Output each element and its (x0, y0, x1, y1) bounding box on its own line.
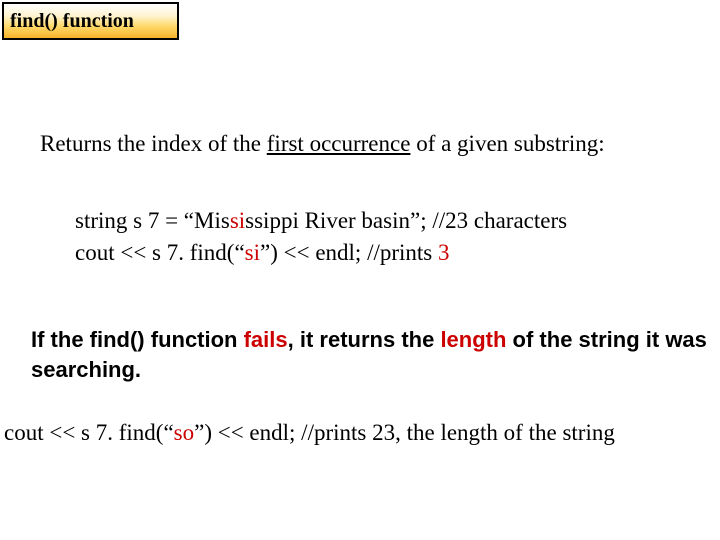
code-text: ssippi River basin”; //23 characters (245, 208, 567, 233)
code-text: ”) << endl; //prints (260, 240, 438, 265)
code-highlight: si (245, 240, 260, 265)
code-line-2: cout << s 7. find(“si”) << endl; //print… (75, 237, 710, 269)
fails-word-fails: fails (244, 327, 288, 352)
code-text: ”) << endl; //prints 23, the length of t… (194, 420, 615, 445)
intro-underlined: first occurrence (267, 131, 411, 156)
code-block-2: cout << s 7. find(“so”) << endl; //print… (4, 420, 710, 446)
code-text: cout << s 7. find(“ (4, 420, 174, 445)
code-line-1: string s 7 = “Mississippi River basin”; … (75, 205, 710, 237)
code-highlight: si (230, 208, 245, 233)
intro-line: Returns the index of the first occurrenc… (40, 131, 710, 157)
code-block-1: string s 7 = “Mississippi River basin”; … (75, 205, 710, 269)
code-highlight: so (174, 420, 194, 445)
code-text: string s 7 = “Mis (75, 208, 230, 233)
fails-word-length: length (440, 327, 506, 352)
code-text: cout << s 7. find(“ (75, 240, 245, 265)
code-result: 3 (438, 240, 450, 265)
fails-text: , it returns the (288, 327, 441, 352)
intro-pre: Returns the index of the (40, 131, 267, 156)
intro-post: of a given substring: (410, 131, 604, 156)
title-text: find() function (10, 10, 134, 33)
fails-text: If the find() function (31, 327, 244, 352)
fails-paragraph: If the find() function fails, it returns… (31, 325, 714, 384)
title-box: find() function (2, 2, 179, 40)
